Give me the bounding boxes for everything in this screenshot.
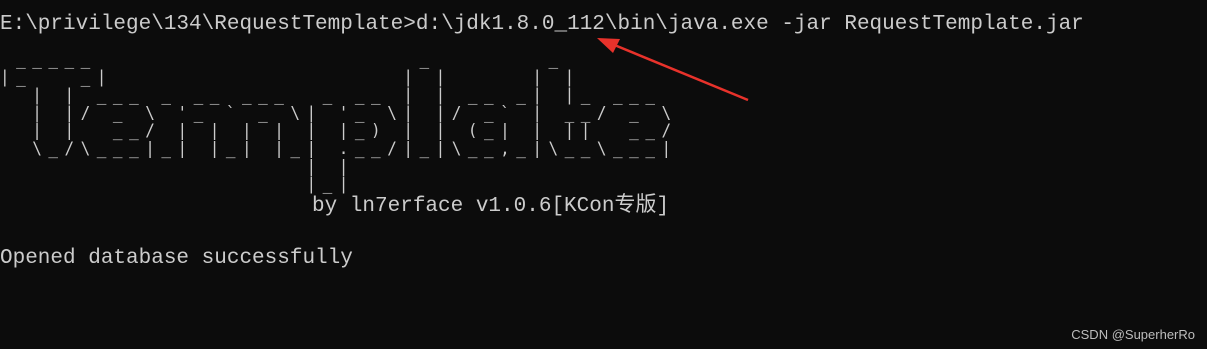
- command-line: E:\privilege\134\RequestTemplate>d:\jdk1…: [0, 13, 1084, 36]
- ascii-art-banner: _____ _ _ |_ _| | | | | | | ___ _ __ ___…: [0, 48, 678, 194]
- banner-byline: by ln7erface v1.0.6[KCon专版]: [312, 195, 670, 218]
- watermark-text: CSDN @SuperherRo: [1071, 327, 1195, 342]
- status-output: Opened database successfully: [0, 247, 353, 270]
- console-window[interactable]: E:\privilege\134\RequestTemplate>d:\jdk1…: [0, 0, 1207, 349]
